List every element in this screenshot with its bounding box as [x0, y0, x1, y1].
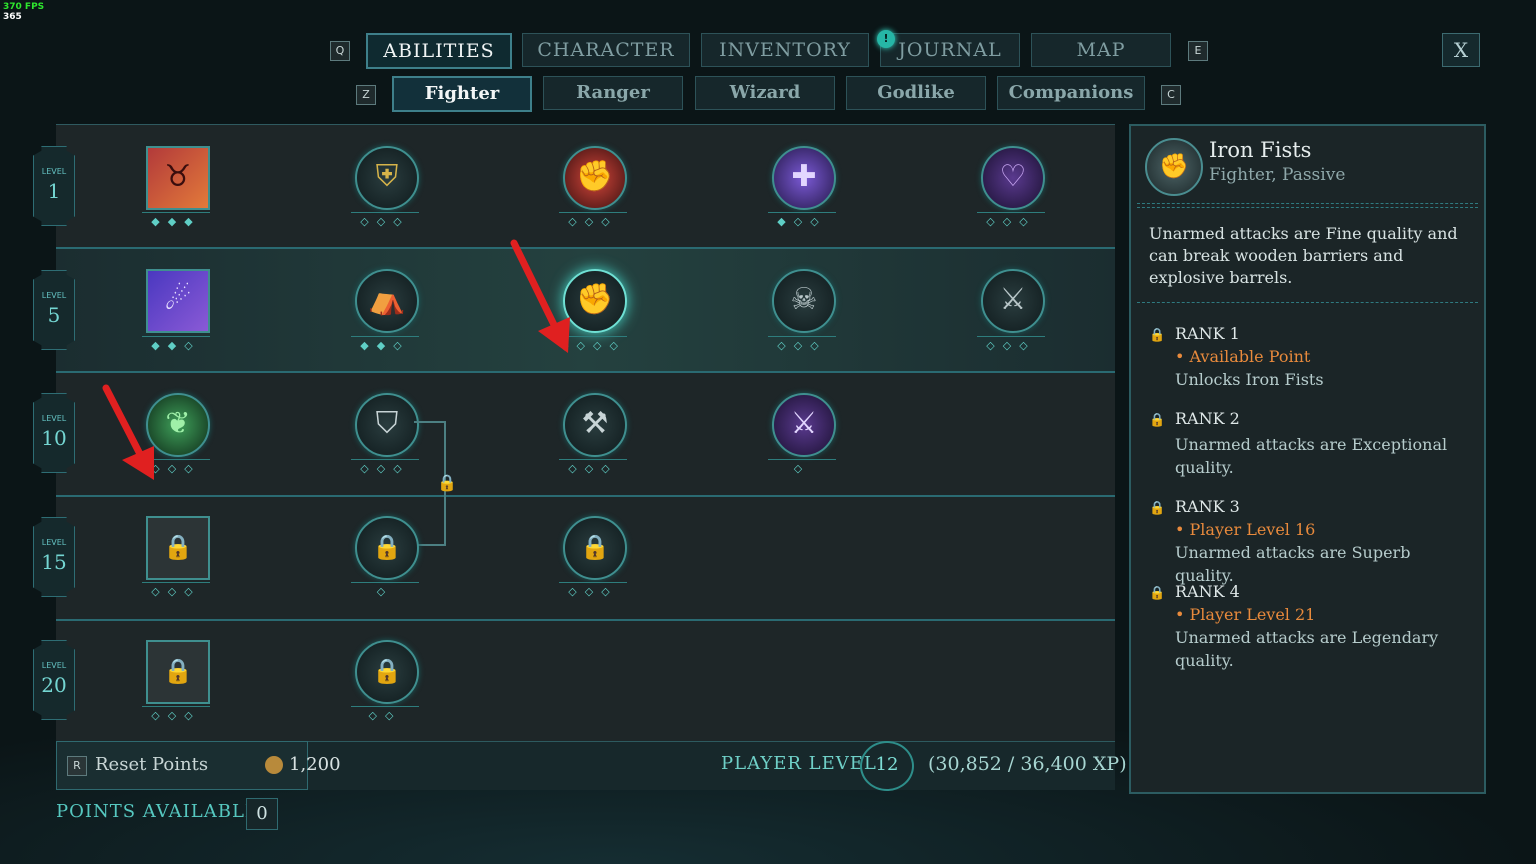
rank-pips: ◇◇◇ [977, 212, 1045, 229]
locked-figure-icon[interactable]: 🔒 [355, 640, 419, 704]
lock-icon: 🔒 [437, 473, 457, 492]
locked-swirl-icon[interactable]: 🔒 [355, 516, 419, 580]
rage-icon[interactable]: ☄ [146, 269, 210, 333]
rank-pips: ◇◇◇ [559, 459, 627, 476]
ability-description: Unarmed attacks are Fine quality and can… [1149, 224, 1458, 287]
locked-spiral-icon[interactable]: 🔒 [146, 640, 210, 704]
ability-subtitle: Fighter, Passive [1209, 165, 1346, 185]
annotation-arrow [510, 239, 570, 353]
rank-pips: ◆◆◇ [142, 336, 210, 353]
rank-2: 🔒 RANK 2 Unarmed attacks are Exceptional… [1149, 409, 1448, 477]
lock-icon: 🔒 [1149, 328, 1166, 343]
level-row-20 [56, 621, 1115, 743]
tab-character[interactable]: CHARACTER [522, 33, 690, 67]
sword-skull-icon[interactable]: ☠ [772, 269, 836, 333]
level-badge-1: LEVEL 1 [33, 146, 75, 226]
locked-hammer-icon[interactable]: 🔒 [563, 516, 627, 580]
xp-progress: (30,852 / 36,400 XP) [928, 753, 1127, 775]
key-hint-c: C [1161, 85, 1181, 105]
tab-abilities[interactable]: ABILITIES [366, 33, 512, 69]
points-available-label: POINTS AVAILABLE [56, 801, 260, 822]
rank-pips: ◆◇◇ [768, 212, 836, 229]
rank-pips: ◇ [351, 582, 419, 599]
lock-icon: 🔒 [1149, 586, 1166, 601]
ability-detail-panel: ✊ Iron Fists Fighter, Passive Unarmed at… [1129, 124, 1486, 794]
points-available-value: 0 [246, 798, 278, 830]
crossed-swords-icon[interactable]: ⚔ [772, 393, 836, 457]
ability-title: Iron Fists [1209, 138, 1312, 162]
subtab-wizard[interactable]: Wizard [695, 76, 835, 110]
axe-icon[interactable]: ⚔ [981, 269, 1045, 333]
reset-points-button[interactable]: R Reset Points 1,200 [56, 741, 341, 790]
lock-icon: 🔒 [1149, 413, 1166, 428]
level-badge-5: LEVEL 5 [33, 270, 75, 350]
level-badge-10: LEVEL 10 [33, 393, 75, 473]
rank-pips: ◇ [768, 459, 836, 476]
key-hint-r: R [67, 756, 87, 776]
annotation-arrow [102, 384, 154, 480]
rank-pips: ◇◇◇ [559, 582, 627, 599]
divider [1137, 203, 1478, 208]
prerequisite-connector [414, 421, 446, 423]
close-button[interactable]: X [1442, 33, 1480, 67]
level-badge-15: LEVEL 15 [33, 517, 75, 597]
coin-icon [265, 756, 283, 774]
block-icon[interactable]: ⛉ [355, 393, 419, 457]
subtab-godlike[interactable]: Godlike [846, 76, 986, 110]
cloak-icon[interactable]: ⛺ [355, 269, 419, 333]
divider [1137, 302, 1478, 306]
tab-map[interactable]: MAP [1031, 33, 1171, 67]
hammer-icon[interactable]: ⚒ [563, 393, 627, 457]
player-level-label: PLAYER LEVEL [721, 753, 877, 774]
key-hint-e: E [1188, 41, 1208, 61]
rank-pips: ◇◇◇ [351, 459, 419, 476]
fps-counter: 370 FPS 365 [3, 2, 45, 22]
subtab-ranger[interactable]: Ranger [543, 76, 683, 110]
fist-shield-icon[interactable]: ✊ [563, 146, 627, 210]
rank-pips: ◇◇◇ [559, 212, 627, 229]
tab-inventory[interactable]: INVENTORY [701, 33, 869, 67]
rank-pips: ◇◇◇ [977, 336, 1045, 353]
tab-journal[interactable]: JOURNAL [880, 33, 1020, 67]
key-hint-q: Q [330, 41, 350, 61]
bull-icon[interactable]: ♉ [146, 146, 210, 210]
rank-4: 🔒 RANK 4 • Player Level 21 Unarmed attac… [1149, 582, 1439, 670]
subtab-fighter[interactable]: Fighter [392, 76, 532, 112]
rank-pips: ◇◇◇ [351, 212, 419, 229]
rank-1: 🔒 RANK 1 • Available Point Unlocks Iron … [1149, 324, 1324, 389]
reset-points-label: Reset Points [95, 754, 209, 775]
rank-pips: ◇◇◇ [142, 582, 210, 599]
iron-fists-icon: ✊ [1145, 138, 1203, 196]
rank-pips: ◇◇◇ [142, 706, 210, 723]
locked-arrow-icon[interactable]: 🔒 [146, 516, 210, 580]
level-badge-20: LEVEL 20 [33, 640, 75, 720]
cross-icon[interactable]: ✚ [772, 146, 836, 210]
shield-icon[interactable]: ⛨ [355, 146, 419, 210]
rank-3: 🔒 RANK 3 • Player Level 16 Unarmed attac… [1149, 497, 1411, 585]
heart-icon[interactable]: ♡ [981, 146, 1045, 210]
lock-icon: 🔒 [1149, 501, 1166, 516]
player-level-value: 12 [860, 741, 914, 791]
key-hint-z: Z [356, 85, 376, 105]
notification-badge: ! [877, 30, 895, 48]
subtab-companions[interactable]: Companions [997, 76, 1145, 110]
reset-cost: 1,200 [289, 754, 341, 775]
rank-pips: ◆◆◇ [351, 336, 419, 353]
rank-pips: ◇◇◇ [768, 336, 836, 353]
rank-pips: ◇◇ [351, 706, 419, 723]
rank-pips: ◆◆◆ [142, 212, 210, 229]
